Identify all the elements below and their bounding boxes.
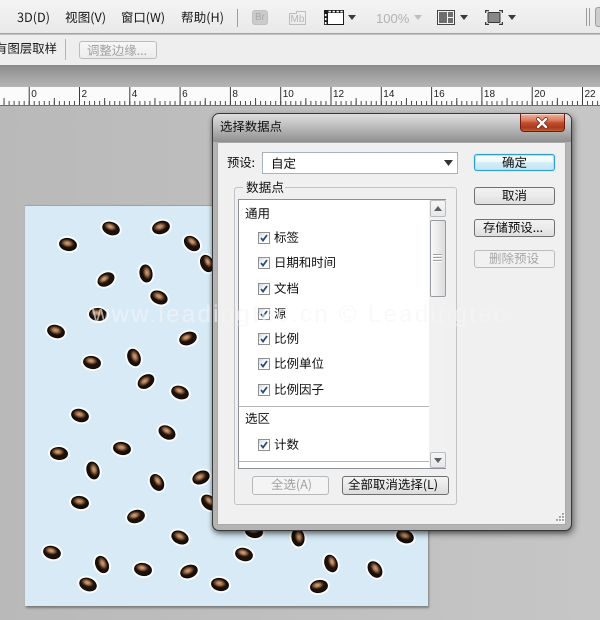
svg-text:10: 10 bbox=[283, 89, 295, 100]
svg-text:4: 4 bbox=[132, 89, 138, 100]
svg-text:20: 20 bbox=[534, 89, 546, 100]
svg-text:6: 6 bbox=[182, 89, 188, 100]
svg-text:0: 0 bbox=[31, 89, 37, 100]
svg-text:22: 22 bbox=[585, 89, 597, 100]
svg-text:16: 16 bbox=[434, 89, 446, 100]
svg-text:14: 14 bbox=[383, 89, 395, 100]
svg-text:18: 18 bbox=[484, 89, 496, 100]
svg-text:2: 2 bbox=[82, 89, 88, 100]
svg-text:12: 12 bbox=[333, 89, 345, 100]
svg-text:8: 8 bbox=[232, 89, 238, 100]
svg-text:Mb: Mb bbox=[291, 14, 305, 25]
